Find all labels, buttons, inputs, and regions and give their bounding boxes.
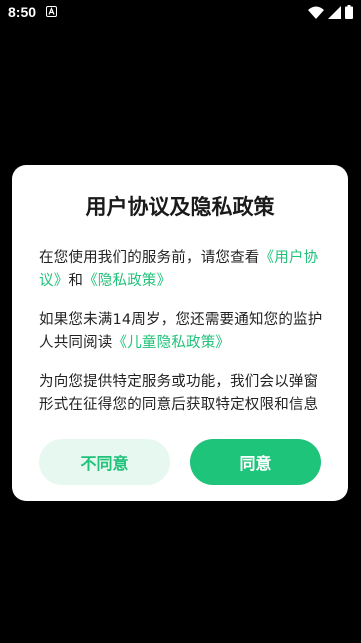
- intro-paragraph: 在您使用我们的服务前，请您查看《用户协议》和《隐私政策》: [39, 247, 325, 293]
- status-icons: [308, 4, 353, 20]
- privacy-policy-link[interactable]: 《隐私政策》: [83, 273, 171, 289]
- a-notification-icon: [46, 6, 57, 17]
- disagree-button[interactable]: 不同意: [39, 439, 170, 485]
- privacy-dialog: 用户协议及隐私政策 在您使用我们的服务前，请您查看《用户协议》和《隐私政策》 如…: [12, 165, 348, 501]
- status-bar: 8:50: [0, 0, 361, 24]
- guardian-paragraph: 如果您未满14周岁，您还需要通知您的监护人共同阅读《儿童隐私政策》: [39, 309, 325, 355]
- conjunction-text: 和: [68, 273, 84, 289]
- wifi-icon: [308, 6, 324, 19]
- screen: 8:50 用户协议及隐私政策 在您使用我们的服务前，请您查看《用户协议》和《隐私…: [0, 0, 361, 643]
- intro-text: 在您使用我们的服务前，请您查看: [39, 250, 260, 266]
- status-time: 8:50: [8, 4, 37, 20]
- children-privacy-policy-link[interactable]: 《儿童隐私政策》: [113, 335, 231, 351]
- agree-button[interactable]: 同意: [190, 439, 321, 485]
- permissions-paragraph: 为向您提供特定服务或功能，我们会以弹窗形式在征得您的同意后获取特定权限和信息: [39, 374, 319, 413]
- dialog-title: 用户协议及隐私政策: [85, 195, 275, 219]
- signal-icon: [328, 5, 341, 19]
- battery-icon: [345, 5, 353, 19]
